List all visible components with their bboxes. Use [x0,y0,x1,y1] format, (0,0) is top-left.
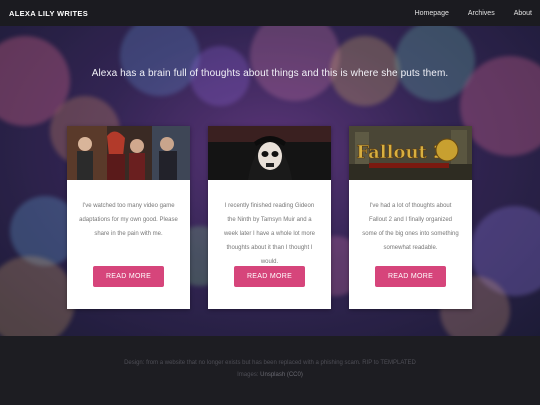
nav-about-link[interactable]: About [514,10,532,17]
post-card: Fallout 2 I've had a lot of thoughts abo… [349,126,472,309]
main-nav: Homepage Archives About [396,10,532,17]
unsplash-link[interactable]: Unsplash (CC0) [260,372,303,378]
post-excerpt: I recently finished reading Gideon the N… [223,203,316,265]
post-card: I recently finished reading Gideon the N… [208,126,331,309]
post-excerpt: I've had a lot of thoughts about Fallout… [362,203,459,251]
movie-characters-image [67,126,190,180]
read-more-button[interactable]: READ MORE [93,266,164,287]
read-more-button[interactable]: READ MORE [234,266,305,287]
nav-archives-link[interactable]: Archives [468,10,495,17]
hero-tagline: Alexa has a brain full of thoughts about… [91,68,449,79]
footer-images-label: Images: [237,372,261,378]
footer-credit-design: Design: from a website that no longer ex… [124,360,416,366]
fallout-logo-text: Fallout 2 [356,142,445,163]
footer-credit-images: Images: Unsplash (CC0) [0,369,540,381]
post-thumbnail-movie-characters[interactable] [67,126,190,180]
read-more-button[interactable]: READ MORE [375,266,446,287]
skull-face-image [208,126,331,180]
top-navbar: ALEXA LILY WRITES Homepage Archives Abou… [0,0,540,26]
page-footer: Design: from a website that no longer ex… [0,336,540,405]
nav-homepage-link[interactable]: Homepage [415,10,449,17]
post-excerpt: I've watched too many video game adaptat… [79,203,178,237]
post-thumbnail-skull-face[interactable] [208,126,331,180]
site-brand[interactable]: ALEXA LILY WRITES [9,9,88,18]
post-card: I've watched too many video game adaptat… [67,126,190,309]
post-thumbnail-fallout-2[interactable]: Fallout 2 [349,126,472,180]
fallout-2-logo-image: Fallout 2 [349,126,472,180]
